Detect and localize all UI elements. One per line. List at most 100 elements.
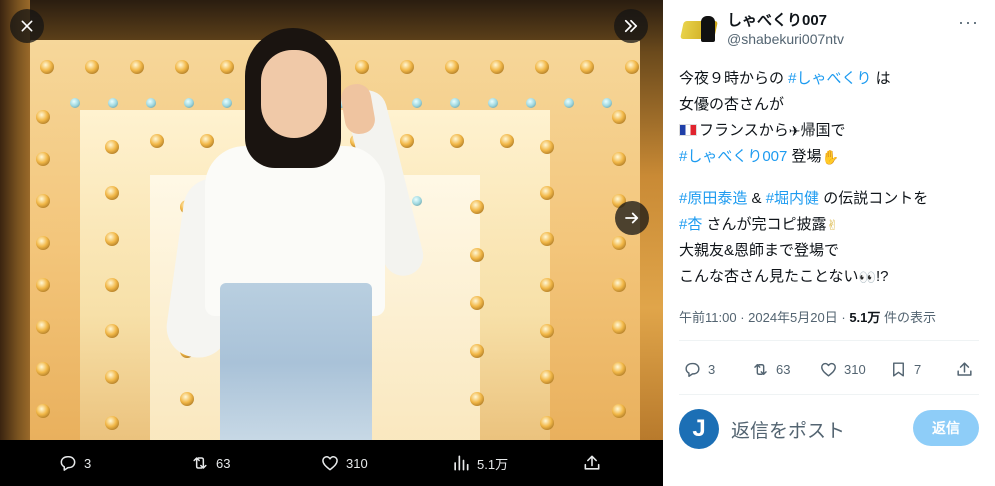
stage-bulb	[450, 134, 464, 148]
reply-submit-button[interactable]: 返信	[913, 410, 979, 446]
next-image-button[interactable]	[615, 201, 649, 235]
stage-bulb	[564, 98, 574, 108]
reply-icon	[60, 456, 76, 471]
stage-bulb	[540, 278, 554, 292]
stage-bulb	[602, 98, 612, 108]
person-figure	[162, 28, 435, 440]
avatar[interactable]	[679, 10, 719, 50]
share-icon	[584, 455, 600, 470]
heart-icon	[322, 456, 338, 471]
stage-bulb	[150, 134, 164, 148]
media-viewer: 3 63 310 5.1万	[0, 0, 663, 486]
stage-bulb	[612, 152, 626, 166]
hashtag-link[interactable]: #しゃべくり007	[679, 148, 787, 165]
bookmark-icon	[893, 361, 904, 377]
stage-bulb	[445, 60, 459, 74]
stage-bulb	[625, 60, 639, 74]
stage-bulb	[36, 278, 50, 292]
tweet-author[interactable]: しゃべくり007 @shabekuri007ntv	[679, 10, 844, 50]
stage-bulb	[526, 98, 536, 108]
media-like-button[interactable]: 310	[320, 440, 368, 486]
hashtag-link[interactable]: #しゃべくり	[788, 70, 871, 87]
reply-composer: J 返信をポスト 返信	[679, 408, 979, 450]
collapse-panel-button[interactable]	[614, 9, 648, 43]
stage-bulb	[540, 232, 554, 246]
reply-count: 3	[708, 361, 716, 377]
avatar[interactable]: J	[679, 409, 719, 449]
close-button[interactable]	[10, 9, 44, 43]
stage-bulb	[108, 98, 118, 108]
share-icon	[957, 361, 972, 376]
photo-background	[0, 0, 30, 440]
divider	[679, 394, 979, 395]
stage-bulb	[70, 98, 80, 108]
stage-bulb	[105, 232, 119, 246]
double-chevron-right-icon	[624, 19, 638, 33]
tweet-text: 今夜９時からの #しゃべくり は 女優の杏さんが フランスから✈帰国で #しゃべ…	[679, 66, 984, 290]
stage-bulb	[580, 60, 594, 74]
stage-bulb	[36, 362, 50, 376]
stage-bulb	[470, 248, 484, 262]
hashtag-link[interactable]: #原田泰造	[679, 190, 747, 207]
retweet-icon	[193, 457, 207, 469]
media-views-count: 5.1万	[477, 456, 509, 472]
stage-bulb	[612, 362, 626, 376]
author-display-name[interactable]: しゃべくり007	[727, 12, 844, 30]
stage-bulb	[105, 186, 119, 200]
stage-bulb	[85, 60, 99, 74]
stage-bulb	[36, 110, 50, 124]
tweet-date[interactable]: 2024年5月20日	[748, 310, 838, 325]
media-retweet-button[interactable]: 63	[190, 440, 230, 486]
airplane-icon: ✈	[788, 123, 801, 139]
media-retweet-count: 63	[216, 455, 231, 471]
reply-input[interactable]: 返信をポスト	[731, 416, 845, 443]
tweet-photo[interactable]	[0, 0, 663, 440]
divider	[679, 340, 979, 341]
stage-bulb	[130, 60, 144, 74]
stage-bulb	[450, 98, 460, 108]
reply-button[interactable]: 3	[683, 356, 715, 382]
like-button[interactable]: 310	[819, 356, 866, 382]
hashtag-link[interactable]: #杏	[679, 216, 702, 233]
stage-bulb	[540, 324, 554, 338]
views-count: 5.1万	[849, 310, 881, 325]
media-share-button[interactable]	[582, 440, 602, 486]
stage-bulb	[540, 416, 554, 430]
stage-bulb	[612, 236, 626, 250]
bookmark-count: 7	[914, 361, 922, 377]
media-reply-button[interactable]: 3	[58, 440, 91, 486]
stage-bulb	[612, 110, 626, 124]
stage-bulb	[470, 392, 484, 406]
stage-bulb	[470, 344, 484, 358]
stage-bulb	[105, 324, 119, 338]
reply-icon	[685, 362, 700, 377]
bookmark-button[interactable]: 7	[889, 356, 921, 382]
share-button[interactable]	[955, 356, 974, 382]
stage-bulb	[540, 370, 554, 384]
stage-bulb	[612, 320, 626, 334]
hashtag-link[interactable]: #堀内健	[766, 190, 819, 207]
analytics-icon	[454, 455, 469, 471]
tweet-action-bar: 3 63 310 7	[679, 356, 979, 382]
stage-bulb	[36, 152, 50, 166]
stage-bulb	[105, 140, 119, 154]
stage-bulb	[490, 60, 504, 74]
arrow-right-icon	[625, 212, 639, 224]
stage-bulb	[36, 404, 50, 418]
media-reply-count: 3	[84, 455, 92, 471]
stage-bulb	[540, 140, 554, 154]
stage-bulb	[40, 60, 54, 74]
stage-bulb	[36, 236, 50, 250]
more-options-button[interactable]: ···	[958, 12, 979, 33]
stage-bulb	[535, 60, 549, 74]
author-handle[interactable]: @shabekuri007ntv	[727, 30, 844, 48]
media-views-button[interactable]: 5.1万	[451, 440, 508, 486]
raising-hands-icon: ✌	[826, 217, 839, 233]
heart-icon	[821, 362, 836, 377]
tweet-panel: しゃべくり007 @shabekuri007ntv ··· 今夜９時からの #し…	[663, 0, 995, 486]
tweet-time[interactable]: 午前11:00	[679, 310, 737, 325]
retweet-count: 63	[776, 361, 791, 377]
stage-bulb	[105, 278, 119, 292]
retweet-button[interactable]: 63	[751, 356, 790, 382]
eyes-icon: 👀	[858, 269, 876, 285]
